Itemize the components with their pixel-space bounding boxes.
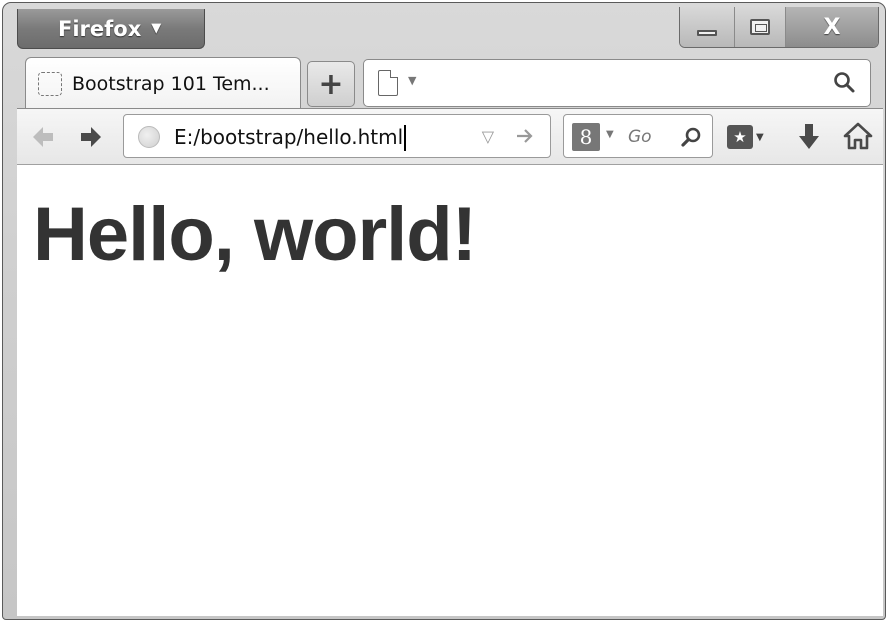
text-cursor [404,124,407,151]
chevron-down-icon: ▼ [756,131,764,143]
search-icon[interactable] [832,70,856,94]
firefox-menu-button[interactable]: Firefox ▼ [17,9,205,49]
download-arrow-icon[interactable] [797,121,821,153]
plus-icon: + [318,66,344,102]
window-controls: X [679,7,879,48]
chevron-down-icon: ▼ [151,21,162,36]
chevron-down-icon[interactable]: ▼ [408,74,416,87]
tab-active[interactable]: Bootstrap 101 Tem... [25,57,301,109]
globe-icon [138,126,160,148]
browser-window: Firefox ▼ X Bootstrap 101 Tem... + ▼ E:/… [2,2,886,620]
search-bar[interactable]: 8 ▼ Go [563,114,713,158]
new-tab-button[interactable]: + [307,61,355,107]
search-input[interactable]: Go [628,127,658,147]
url-input[interactable]: E:/bootstrap/hello.html [174,124,407,152]
search-icon[interactable] [680,125,704,149]
home-icon[interactable] [843,121,873,151]
firefox-menu-label: Firefox [58,16,142,41]
back-arrow-icon[interactable] [29,123,57,151]
page-icon [378,70,398,96]
minimize-button[interactable] [680,7,734,47]
navigation-toolbar: E:/bootstrap/hello.html ▽ 8 ▼ Go ★ ▼ [17,108,883,164]
page-favicon-icon [38,71,62,96]
go-arrow-icon[interactable] [514,125,536,147]
url-text: E:/bootstrap/hello.html [174,125,404,149]
forward-arrow-icon[interactable] [77,123,105,151]
maximize-icon [750,19,770,35]
minimize-icon [697,30,717,36]
close-icon: X [823,14,841,40]
tab-list-bar[interactable]: ▼ [363,59,871,107]
bookmark-star-icon: ★ [727,125,753,149]
bookmarks-button[interactable]: ★ ▼ [727,123,771,151]
page-content: Hello, world! [17,164,883,616]
dropdown-triangle-icon[interactable]: ▽ [482,127,494,146]
url-bar[interactable]: E:/bootstrap/hello.html ▽ [123,114,551,158]
close-button[interactable]: X [785,7,878,47]
search-engine-icon[interactable]: 8 [572,123,600,151]
tab-title: Bootstrap 101 Tem... [72,72,270,95]
page-heading: Hello, world! [33,192,477,277]
chevron-down-icon[interactable]: ▼ [606,129,614,140]
maximize-button[interactable] [734,7,785,47]
